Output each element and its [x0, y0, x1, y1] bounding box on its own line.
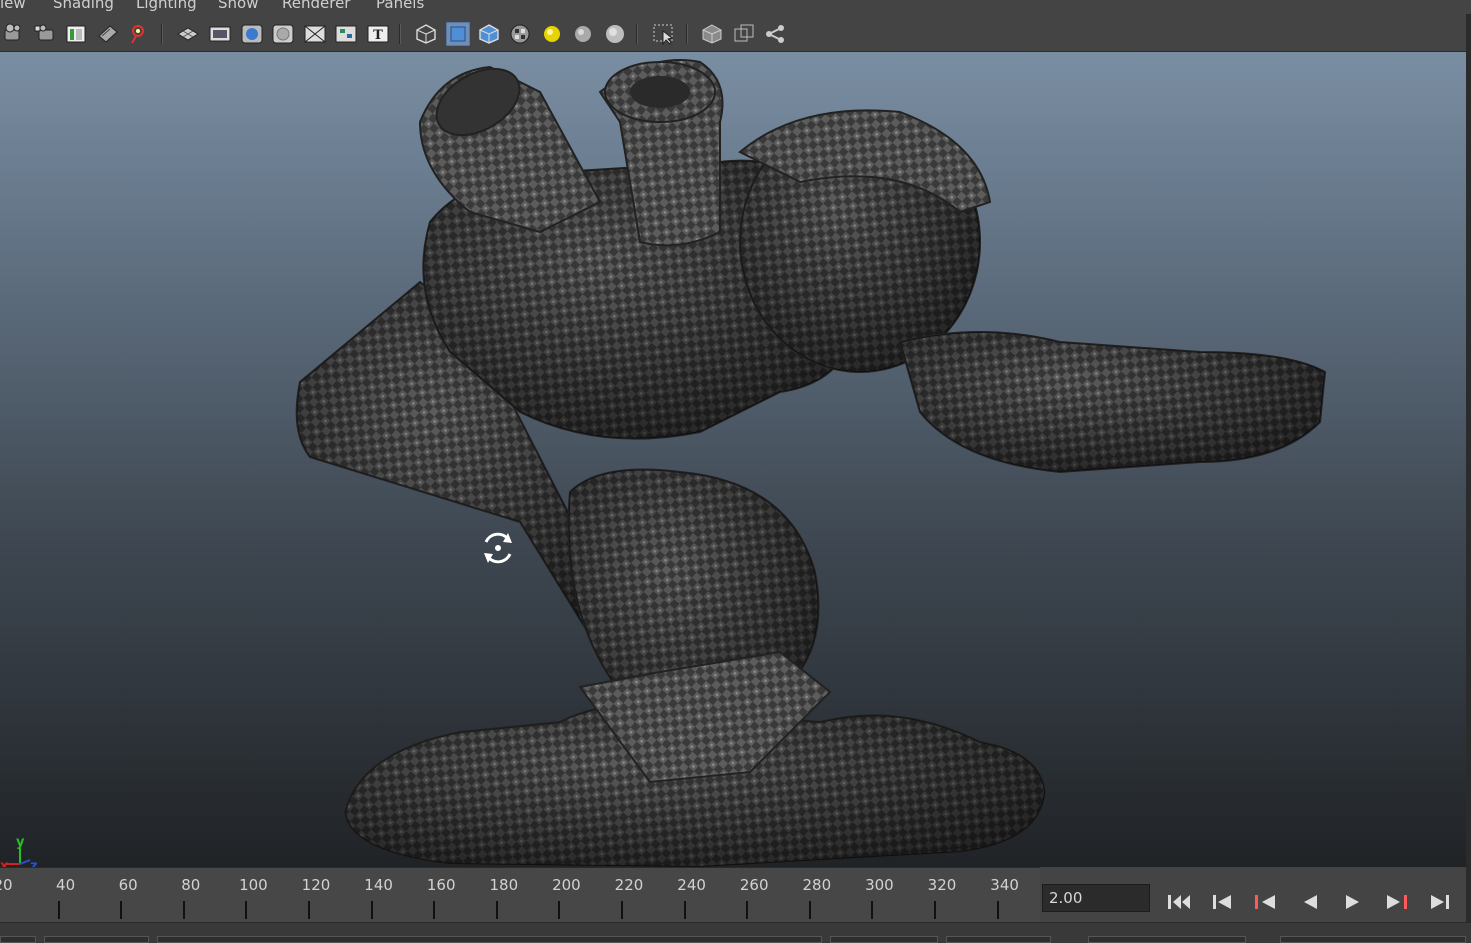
timeline-tick-label: 60: [118, 876, 138, 894]
timeline-tick-label: 260: [739, 876, 769, 894]
timeline-tick-mark: [621, 901, 623, 919]
axis-z-label: z: [30, 859, 38, 867]
timeline-tick-mark: [495, 901, 498, 919]
timeline-tick-label: 320: [927, 876, 957, 894]
shadows-icon[interactable]: [571, 22, 595, 46]
timeline-tick-label: 100: [239, 876, 268, 894]
timeline-tick-mark: [808, 901, 811, 919]
bookmarks-icon[interactable]: [64, 22, 88, 46]
panel-toolbar: T: [0, 14, 1471, 52]
xray-icon[interactable]: [700, 22, 724, 46]
timeline-tick-mark: [746, 901, 749, 919]
timeline-tick-mark: [996, 901, 999, 919]
time-slider[interactable]: 20 40 60 80 100 120 140 160 180 200 220 240 260 280 30…: [0, 867, 1040, 922]
3d-viewport[interactable]: y x z: [0, 52, 1466, 867]
camera-attributes-icon[interactable]: [33, 22, 57, 46]
timeline-tick-mark: [934, 901, 936, 919]
smooth-shade-all-icon[interactable]: [446, 22, 470, 46]
menu-view[interactable]: iew: [0, 0, 26, 12]
timeline-tick-mark: [120, 901, 123, 919]
step-forward-key-icon[interactable]: [1381, 888, 1411, 916]
toolbar-separator: [161, 24, 163, 44]
xray-joints-icon[interactable]: [732, 22, 756, 46]
timeline-tick-label: 220: [614, 876, 644, 894]
timeline-tick-mark: [57, 901, 60, 919]
timeline-tick-mark: [683, 901, 686, 919]
timeline-tick-mark: [433, 901, 436, 919]
play-forwards-icon[interactable]: [1338, 888, 1368, 916]
robot-mesh: [295, 59, 1327, 867]
film-gate-icon[interactable]: [208, 22, 232, 46]
timeline-tick-label: 180: [489, 876, 519, 894]
gate-mask-icon[interactable]: [271, 22, 295, 46]
menu-shading[interactable]: Shading: [53, 0, 114, 12]
panel-edge: [1466, 14, 1471, 943]
timeline-tick-mark: [245, 901, 248, 919]
current-frame-field[interactable]: 2.00: [1042, 884, 1150, 912]
toolbar-separator: [686, 24, 688, 44]
character-set-field[interactable]: [1280, 936, 1466, 943]
safe-title-icon[interactable]: T: [366, 22, 390, 46]
step-back-key-icon[interactable]: [1251, 888, 1281, 916]
timeline-tick-mark: [370, 901, 373, 919]
play-backwards-icon[interactable]: [1295, 888, 1325, 916]
use-all-lights-icon[interactable]: [540, 22, 564, 46]
menu-lighting[interactable]: Lighting: [136, 0, 197, 12]
timeline-tick-label: 80: [181, 876, 201, 894]
grid-icon[interactable]: [176, 22, 200, 46]
timeline-tick-mark: [308, 901, 310, 919]
anim-layer-field[interactable]: [1088, 936, 1246, 943]
select-camera-icon[interactable]: [2, 22, 26, 46]
field-chart-icon[interactable]: [303, 22, 327, 46]
range-bar[interactable]: [157, 936, 822, 943]
timeline-tick-mark: [558, 901, 561, 919]
isolate-select-icon[interactable]: [652, 22, 676, 46]
go-to-start-icon[interactable]: [1164, 888, 1194, 916]
axis-y-label: y: [16, 835, 25, 850]
menu-renderer[interactable]: Renderer: [282, 0, 350, 12]
start-time-field[interactable]: [0, 936, 36, 943]
toolbar-separator: [399, 24, 401, 44]
timeline-tick-label: 140: [364, 876, 393, 894]
menu-show[interactable]: Show: [218, 0, 258, 12]
timeline-tick-label: 120: [301, 876, 331, 894]
timeline-tick-mark: [871, 901, 874, 919]
wireframe-icon[interactable]: [414, 22, 438, 46]
timeline-tick-label: 20: [0, 876, 13, 894]
timeline-tick-mark: [182, 901, 185, 919]
timeline-tick-label: 240: [677, 876, 706, 894]
timeline-tick-label: 40: [56, 876, 76, 894]
wireframe-on-shaded-icon[interactable]: [477, 22, 501, 46]
resolution-gate-icon[interactable]: [240, 22, 264, 46]
timeline-tick-label: 340: [990, 876, 1019, 894]
xray-components-icon[interactable]: [763, 22, 787, 46]
robot-model[interactable]: [0, 52, 1466, 867]
timeline-tick-label: 200: [552, 876, 581, 894]
menu-bar: iew Shading Lighting Show Renderer Panel…: [0, 0, 1471, 14]
playback-end-field[interactable]: [830, 936, 938, 943]
go-to-end-icon[interactable]: [1425, 888, 1455, 916]
textured-icon[interactable]: [508, 22, 532, 46]
ambient-occlusion-icon[interactable]: [603, 22, 627, 46]
toolbar-separator: [636, 24, 638, 44]
axis-x-label: x: [0, 859, 9, 867]
timeline-tick-label: 280: [802, 876, 832, 894]
playback-start-field[interactable]: [44, 936, 149, 943]
2d-pan-zoom-icon[interactable]: [128, 22, 152, 46]
menu-panels[interactable]: Panels: [376, 0, 424, 12]
tumble-cursor-icon: [484, 532, 512, 564]
axis-gizmo: y x z: [0, 834, 50, 867]
safe-action-icon[interactable]: [334, 22, 358, 46]
image-plane-icon[interactable]: [96, 22, 120, 46]
step-back-frame-icon[interactable]: [1207, 888, 1237, 916]
end-time-field[interactable]: [946, 936, 1051, 943]
timeline-tick-label: 160: [426, 876, 456, 894]
timeline-tick-label: 300: [865, 876, 894, 894]
svg-text:T: T: [373, 28, 383, 43]
